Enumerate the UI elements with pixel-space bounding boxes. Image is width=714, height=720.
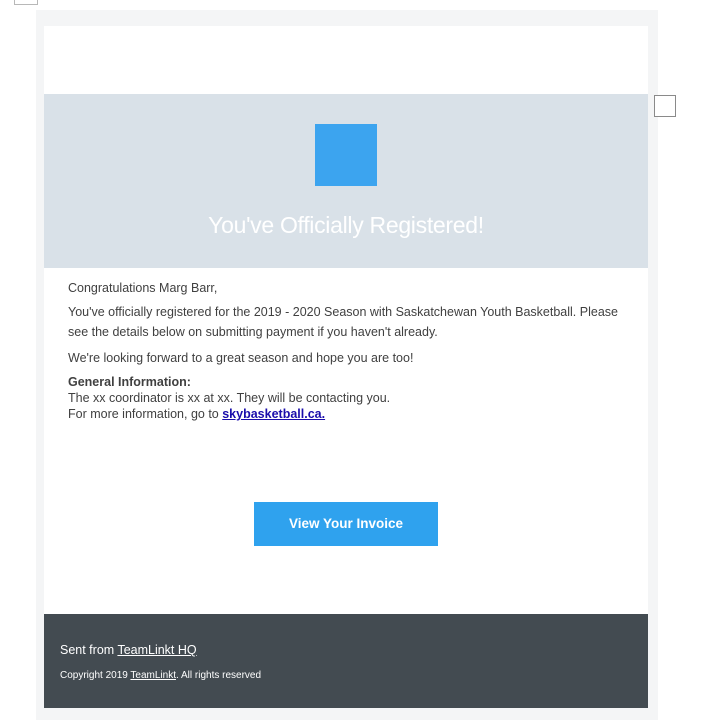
sent-from-line: Sent from TeamLinkt HQ bbox=[60, 643, 197, 657]
teamlinkt-hq-link[interactable]: TeamLinkt HQ bbox=[117, 643, 196, 657]
greeting-text: Congratulations Marg Barr, bbox=[68, 281, 218, 295]
window-corner-icon bbox=[14, 0, 38, 5]
copyright-line: Copyright 2019 TeamLinkt. All rights res… bbox=[60, 670, 261, 681]
email-footer: Sent from TeamLinkt HQ Copyright 2019 Te… bbox=[44, 614, 648, 708]
info-heading: General Information: bbox=[68, 375, 191, 389]
hero-banner: You've Officially Registered! bbox=[44, 94, 648, 268]
more-info-text: For more information, go to bbox=[68, 407, 223, 421]
sent-from-text: Sent from bbox=[60, 643, 118, 657]
email-card: You've Officially Registered! Congratula… bbox=[44, 26, 648, 708]
copyright-text: Copyright 2019 bbox=[60, 670, 131, 681]
logo-placeholder-icon bbox=[315, 124, 377, 186]
general-information: General Information: The xx coordinator … bbox=[68, 374, 628, 422]
skybasketball-link[interactable]: skybasketball.ca. bbox=[222, 407, 325, 421]
view-invoice-button[interactable]: View Your Invoice bbox=[254, 502, 438, 546]
coordinator-line: The xx coordinator is xx at xx. They wil… bbox=[68, 391, 391, 405]
season-paragraph: We're looking forward to a great season … bbox=[68, 351, 414, 365]
teamlinkt-link[interactable]: TeamLinkt bbox=[130, 670, 176, 681]
email-body: Congratulations Marg Barr, You've offici… bbox=[68, 278, 628, 422]
rights-text: . All rights reserved bbox=[176, 670, 262, 681]
hero-title: You've Officially Registered! bbox=[208, 212, 484, 238]
registration-paragraph: You've officially registered for the 201… bbox=[68, 305, 618, 339]
more-info-line: For more information, go to skybasketbal… bbox=[68, 406, 628, 422]
select-checkbox[interactable] bbox=[654, 95, 676, 117]
